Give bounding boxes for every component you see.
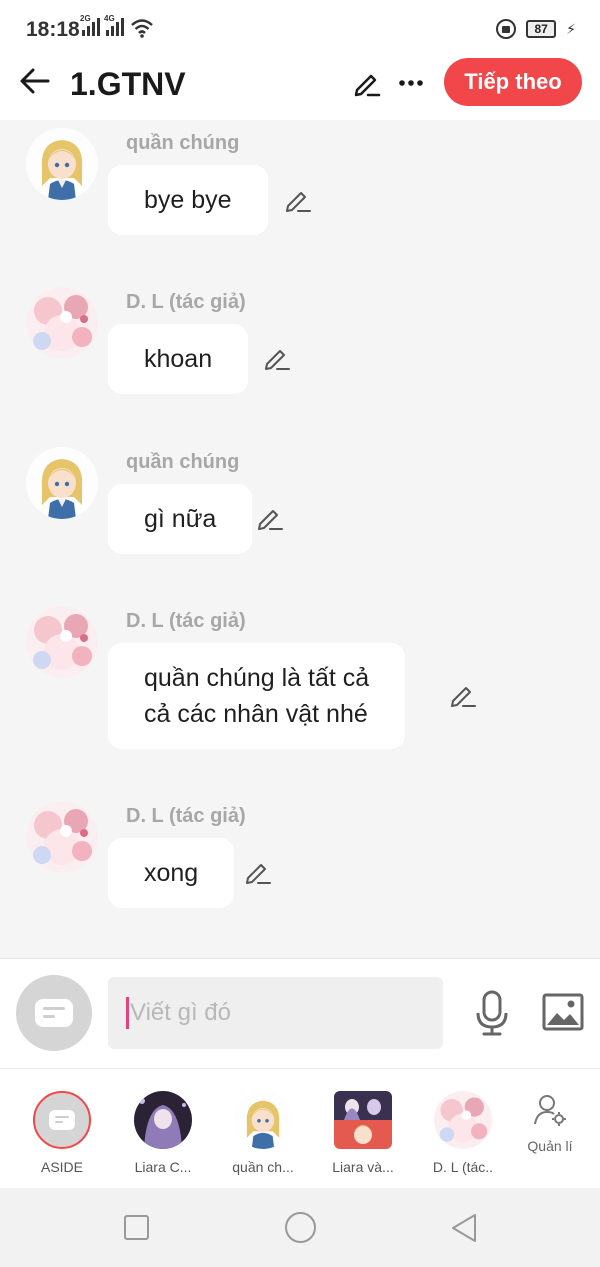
next-button[interactable]: Tiếp theo <box>444 58 582 106</box>
character-label: D. L (tác.. <box>432 1159 494 1175</box>
message-bubble[interactable]: gì nữa <box>108 484 253 554</box>
rotation-lock-icon <box>496 19 517 39</box>
avatar-pink-floral <box>434 1091 492 1149</box>
edit-message-icon[interactable] <box>449 681 477 709</box>
avatar-pink-floral[interactable] <box>26 606 98 678</box>
avatar-blonde-girl[interactable] <box>26 447 98 519</box>
edit-message-icon[interactable] <box>284 186 312 214</box>
edit-title-icon[interactable] <box>352 68 382 98</box>
chat-bubble-icon <box>49 1110 75 1130</box>
speaker-name: D. L (tác giả) <box>126 805 246 827</box>
microphone-icon[interactable] <box>472 989 512 1037</box>
image-icon[interactable] <box>542 993 584 1031</box>
chat-bubble-icon <box>35 999 73 1027</box>
character-strip: ASIDE Liara C... quần ch... Liara và... … <box>0 1068 600 1188</box>
more-options-icon[interactable] <box>398 68 424 98</box>
character-quan-chung[interactable]: quần ch... <box>223 1091 303 1175</box>
user-settings-icon <box>534 1095 566 1126</box>
edit-message-icon[interactable] <box>256 504 284 532</box>
signal-4g-icon: 4G <box>104 14 124 36</box>
message-bubble[interactable]: quần chúng là tất cả cả các nhân vật nhé <box>108 643 406 749</box>
charging-icon: ⚡ <box>566 20 576 37</box>
avatar-pink-floral[interactable] <box>26 801 98 873</box>
avatar-blonde-girl <box>234 1091 292 1149</box>
avatar-liara-group <box>334 1091 392 1149</box>
wifi-icon <box>131 19 153 38</box>
message-bubble[interactable]: xong <box>108 838 235 908</box>
nav-back-icon[interactable] <box>450 1212 478 1244</box>
character-liara-c[interactable]: Liara C... <box>123 1091 203 1175</box>
aside-toggle-button[interactable] <box>16 975 92 1051</box>
character-liara-va[interactable]: Liara và... <box>323 1091 403 1175</box>
signal-2g-label: 2G <box>80 14 91 23</box>
recent-apps-icon[interactable] <box>124 1215 149 1240</box>
character-dl[interactable]: D. L (tác.. <box>423 1091 503 1175</box>
speaker-name: D. L (tác giả) <box>126 291 246 313</box>
chat-list: quần chúng bye bye D. L (tác giả) khoan <box>0 120 600 958</box>
signal-indicators: 2G 4G <box>80 14 124 36</box>
character-aside[interactable]: ASIDE <box>22 1091 102 1175</box>
signal-4g-label: 4G <box>104 14 115 23</box>
status-right: 87 ⚡ <box>496 19 576 39</box>
text-caret <box>126 997 129 1029</box>
status-time: 18:18 <box>26 18 80 41</box>
avatar-blonde-girl[interactable] <box>26 128 98 200</box>
manage-characters-button[interactable]: Quản lí <box>520 1093 580 1154</box>
edit-message-icon[interactable] <box>263 344 291 372</box>
avatar-pink-floral[interactable] <box>26 287 98 359</box>
edit-message-icon[interactable] <box>244 858 272 886</box>
manage-label: Quản lí <box>527 1138 573 1154</box>
status-bar: 18:18 2G 4G 87 ⚡ <box>0 0 600 58</box>
character-label: ASIDE <box>40 1159 83 1175</box>
character-label: Liara và... <box>332 1159 394 1175</box>
speaker-name: D. L (tác giả) <box>126 610 246 632</box>
aside-avatar <box>33 1091 91 1149</box>
composer-bar <box>0 958 600 1068</box>
character-label: quần ch... <box>232 1159 294 1175</box>
message-input[interactable] <box>108 977 443 1049</box>
speaker-name: quần chúng <box>126 132 240 154</box>
battery-icon: 87 <box>526 20 557 38</box>
back-arrow-icon[interactable] <box>18 64 52 98</box>
message-bubble[interactable]: khoan <box>108 324 249 394</box>
page-title: 1.GTNV <box>70 66 186 102</box>
signal-2g-icon: 2G <box>80 14 100 36</box>
home-icon[interactable] <box>285 1212 316 1243</box>
app-header: 1.GTNV Tiếp theo <box>0 58 600 120</box>
character-label: Liara C... <box>134 1159 192 1175</box>
speaker-name: quần chúng <box>126 451 240 473</box>
message-bubble[interactable]: bye bye <box>108 165 268 235</box>
avatar-liara-dark <box>134 1091 192 1149</box>
system-nav-bar <box>0 1188 600 1267</box>
